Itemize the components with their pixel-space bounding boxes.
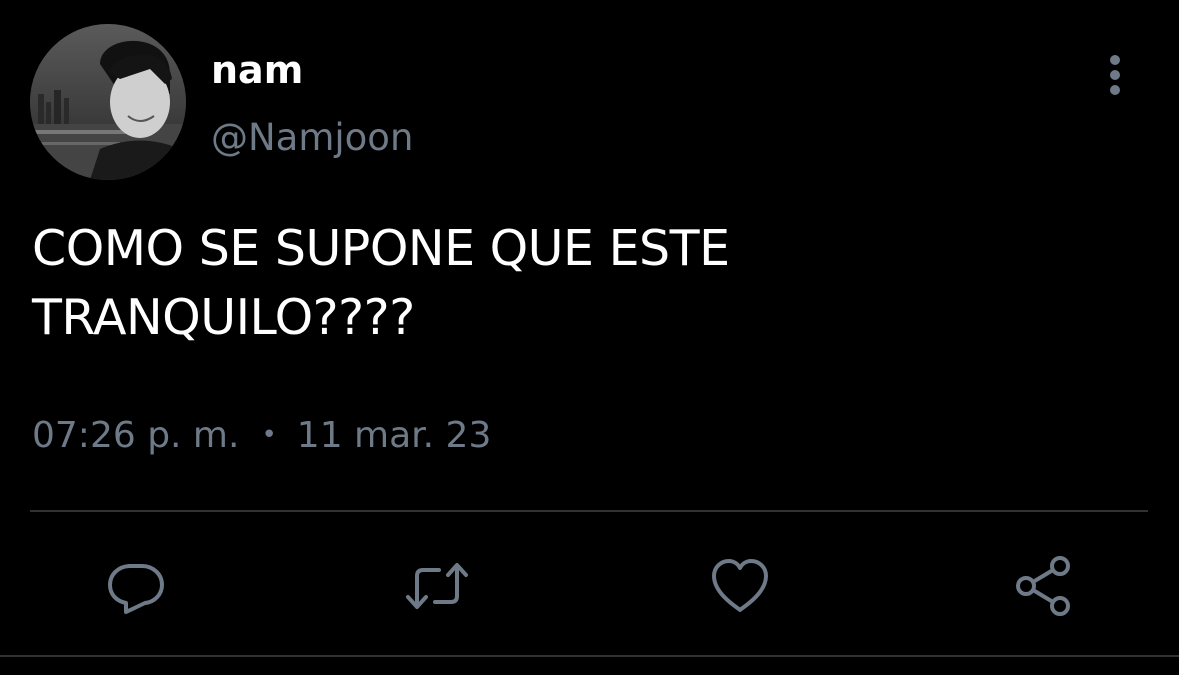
share-icon — [1016, 556, 1070, 616]
user-handle[interactable]: @Namjoon — [211, 114, 413, 162]
tweet-text-line: TRANQUILO???? — [32, 289, 415, 346]
divider — [30, 510, 1148, 512]
tweet-card: nam @Namjoon COMO SE SUPONE QUE ESTE TRA… — [0, 0, 1179, 675]
separator-dot: • — [261, 420, 277, 450]
avatar[interactable] — [30, 24, 186, 180]
more-vertical-icon-dot — [1110, 70, 1120, 80]
avatar-photo — [30, 24, 186, 180]
tweet-text: COMO SE SUPONE QUE ESTE TRANQUILO???? — [32, 214, 1132, 352]
more-options-button[interactable] — [1094, 50, 1136, 100]
bottom-divider — [0, 655, 1179, 657]
tweet-time: 07:26 p. m. — [32, 415, 240, 456]
more-vertical-icon-dot — [1110, 85, 1120, 95]
retweet-icon — [406, 563, 468, 609]
reply-button[interactable] — [104, 554, 168, 618]
retweet-button[interactable] — [405, 554, 469, 618]
tweet-timestamp: 07:26 p. m. • 11 mar. 23 — [32, 410, 491, 461]
display-name[interactable]: nam — [211, 46, 303, 94]
tweet-text-line: COMO SE SUPONE QUE ESTE — [32, 220, 730, 277]
reply-icon — [108, 564, 164, 614]
like-button[interactable] — [708, 554, 772, 618]
more-vertical-icon — [1110, 55, 1120, 65]
share-button[interactable] — [1012, 554, 1076, 618]
heart-icon — [712, 559, 768, 612]
tweet-date: 11 mar. 23 — [296, 415, 492, 456]
